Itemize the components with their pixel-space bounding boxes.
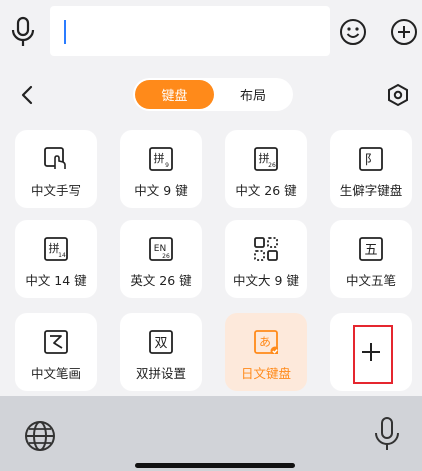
keyboard-option-label: 日文键盘 xyxy=(240,366,291,381)
keyboard-option-shuangpin[interactable]: 双 双拼设置 xyxy=(120,313,202,391)
keyboard-option-14-key[interactable]: 拼 14 中文 14 键 xyxy=(15,220,97,298)
keyboard-option-label: 中文大 9 键 xyxy=(233,273,299,288)
english-26-icon: EN 26 xyxy=(149,237,173,261)
settings-hexagon-icon[interactable] xyxy=(386,83,410,107)
keyboard-option-label: 双拼设置 xyxy=(135,366,186,381)
input-bar xyxy=(0,0,422,68)
pinyin-26-icon: 拼 26 xyxy=(254,147,278,171)
wubi-icon: 五 xyxy=(359,237,383,261)
keyboard-panel-header: 键盘 布局 xyxy=(0,68,422,120)
pinyin-9-icon: 拼 9 xyxy=(149,147,173,171)
system-bar xyxy=(0,396,422,471)
stroke-icon xyxy=(44,330,68,354)
keyboard-option-rare-char[interactable]: 阝 生僻字键盘 xyxy=(330,130,412,208)
text-cursor xyxy=(64,20,66,44)
keyboard-option-japanese[interactable]: あ 日文键盘 xyxy=(225,313,307,391)
home-indicator xyxy=(135,463,295,468)
keyboard-option-english-26[interactable]: EN 26 英文 26 键 xyxy=(120,220,202,298)
segment-control: 键盘 布局 xyxy=(133,78,293,111)
keyboard-option-label: 中文五笔 xyxy=(345,273,396,288)
keyboard-option-large-9-key[interactable]: 中文大 9 键 xyxy=(225,220,307,298)
svg-text:9: 9 xyxy=(165,162,169,169)
svg-text:双: 双 xyxy=(154,336,167,351)
svg-text:26: 26 xyxy=(162,253,170,260)
svg-text:14: 14 xyxy=(58,252,66,259)
keyboard-option-stroke[interactable]: 中文笔画 xyxy=(15,313,97,391)
keyboard-option-9-key[interactable]: 拼 9 中文 9 键 xyxy=(120,130,202,208)
japanese-icon: あ xyxy=(254,330,278,354)
large-9-grid-icon xyxy=(254,237,278,261)
svg-text:拼: 拼 xyxy=(154,151,165,165)
tab-keyboard[interactable]: 键盘 xyxy=(135,80,214,109)
svg-text:26: 26 xyxy=(268,162,276,169)
keyboard-option-26-key[interactable]: 拼 26 中文 26 键 xyxy=(225,130,307,208)
svg-text:阝: 阝 xyxy=(364,153,377,168)
keyboard-option-label: 中文 26 键 xyxy=(235,183,297,198)
emoji-icon[interactable] xyxy=(339,18,367,46)
microphone-icon[interactable] xyxy=(10,16,36,48)
keyboard-option-label: 英文 26 键 xyxy=(130,273,192,288)
highlight-box xyxy=(353,325,393,384)
keyboard-option-wubi[interactable]: 五 中文五笔 xyxy=(330,220,412,298)
add-circle-icon[interactable] xyxy=(390,18,418,46)
back-chevron-icon[interactable] xyxy=(18,85,36,105)
pinyin-14-icon: 拼 14 xyxy=(44,237,68,261)
keyboard-option-label: 中文 9 键 xyxy=(134,183,188,198)
rare-char-icon: 阝 xyxy=(359,147,383,171)
handwriting-icon xyxy=(44,147,66,169)
keyboard-option-label: 中文笔画 xyxy=(30,366,81,381)
svg-text:あ: あ xyxy=(259,335,271,349)
tab-layout[interactable]: 布局 xyxy=(215,80,291,109)
globe-icon[interactable] xyxy=(24,420,56,452)
keyboard-option-label: 生僻字键盘 xyxy=(339,183,403,198)
text-input[interactable] xyxy=(50,6,330,56)
keyboard-option-handwriting[interactable]: 中文手写 xyxy=(15,130,97,208)
svg-text:五: 五 xyxy=(364,243,377,258)
dictation-microphone-icon[interactable] xyxy=(372,416,402,452)
shuangpin-icon: 双 xyxy=(149,330,173,354)
keyboard-option-label: 中文手写 xyxy=(30,183,81,198)
keyboard-option-label: 中文 14 键 xyxy=(25,273,87,288)
